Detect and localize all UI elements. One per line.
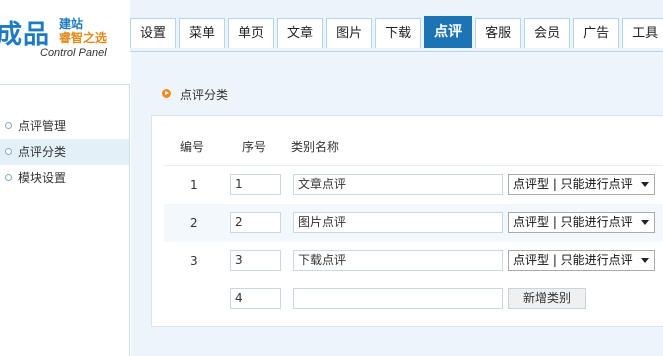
header-id: 编号 bbox=[180, 140, 205, 154]
chevron-down-icon bbox=[641, 258, 649, 263]
bullet-icon bbox=[5, 148, 12, 155]
name-input[interactable]: 文章点评 bbox=[293, 174, 503, 195]
type-select-value: 点评型 | 只能进行点评 bbox=[513, 253, 633, 267]
main-content: 点评分类 编号 序号 类别名称 1 1 文章点评 点评型 | 只能进行点评 2 … bbox=[131, 52, 663, 356]
sidebar-item-review-manage[interactable]: 点评管理 bbox=[0, 113, 129, 139]
order-input[interactable]: 1 bbox=[230, 174, 281, 195]
control-panel-page: 设置 菜单 单页 文章 图片 下载 点评 客服 会员 广告 工具 成品 建站 睿… bbox=[0, 0, 663, 356]
tab-member[interactable]: 会员 bbox=[524, 18, 571, 48]
row-id: 2 bbox=[190, 216, 198, 230]
name-input[interactable]: 下载点评 bbox=[293, 250, 503, 271]
tab-menu[interactable]: 菜单 bbox=[179, 18, 226, 48]
logo-main-text: 成品 bbox=[0, 20, 51, 50]
type-select[interactable]: 点评型 | 只能进行点评 bbox=[508, 250, 655, 271]
tab-article[interactable]: 文章 bbox=[277, 18, 324, 48]
tab-tools[interactable]: 工具 bbox=[622, 18, 663, 48]
header-order: 序号 bbox=[242, 140, 267, 154]
table-row: 2 2 图片点评 点评型 | 只能进行点评 bbox=[164, 204, 663, 242]
logo: 成品 建站 睿智之选 Control Panel bbox=[0, 0, 130, 85]
name-input[interactable]: 图片点评 bbox=[293, 212, 503, 233]
sidebar-item-review-category[interactable]: 点评分类 bbox=[0, 139, 129, 165]
chevron-down-icon bbox=[641, 220, 649, 225]
new-category-row: 4 新增类别 bbox=[164, 280, 663, 318]
sidebar-item-label: 点评管理 bbox=[18, 119, 67, 133]
row-id: 1 bbox=[190, 178, 198, 192]
order-input[interactable]: 3 bbox=[230, 250, 281, 271]
sidebar-item-label: 点评分类 bbox=[18, 145, 67, 159]
header-name: 类别名称 bbox=[291, 140, 340, 154]
arrow-circle-icon bbox=[162, 89, 171, 98]
order-input[interactable]: 2 bbox=[230, 212, 281, 233]
tab-settings[interactable]: 设置 bbox=[130, 18, 177, 48]
tab-image[interactable]: 图片 bbox=[326, 18, 373, 48]
new-name-input[interactable] bbox=[293, 288, 503, 309]
table-row: 3 3 下载点评 点评型 | 只能进行点评 bbox=[164, 242, 663, 280]
add-category-button[interactable]: 新增类别 bbox=[508, 288, 586, 309]
chevron-down-icon bbox=[641, 182, 649, 187]
tab-review[interactable]: 点评 bbox=[424, 16, 473, 48]
logo-line2: 睿智之选 bbox=[59, 31, 108, 45]
new-order-input[interactable]: 4 bbox=[230, 288, 281, 309]
tab-download[interactable]: 下载 bbox=[375, 18, 422, 48]
tab-ads[interactable]: 广告 bbox=[573, 18, 620, 48]
tab-customer-service[interactable]: 客服 bbox=[475, 18, 522, 48]
bullet-icon bbox=[5, 122, 12, 129]
main-nav: 设置 菜单 单页 文章 图片 下载 点评 客服 会员 广告 工具 bbox=[130, 16, 663, 48]
type-select-value: 点评型 | 只能进行点评 bbox=[513, 215, 633, 229]
breadcrumb: 点评分类 bbox=[180, 88, 229, 102]
sidebar-item-label: 模块设置 bbox=[18, 171, 67, 185]
type-select-value: 点评型 | 只能进行点评 bbox=[513, 177, 633, 191]
tab-single-page[interactable]: 单页 bbox=[228, 18, 275, 48]
table-row: 1 1 文章点评 点评型 | 只能进行点评 bbox=[164, 166, 663, 204]
category-panel: 编号 序号 类别名称 1 1 文章点评 点评型 | 只能进行点评 2 2 图片点… bbox=[151, 115, 663, 327]
type-select[interactable]: 点评型 | 只能进行点评 bbox=[508, 212, 655, 233]
type-select[interactable]: 点评型 | 只能进行点评 bbox=[508, 174, 655, 195]
sidebar: 点评管理 点评分类 模块设置 bbox=[0, 85, 130, 356]
row-id: 3 bbox=[190, 254, 198, 268]
sidebar-item-module-settings[interactable]: 模块设置 bbox=[0, 165, 129, 191]
logo-subtitle: Control Panel bbox=[40, 47, 107, 59]
bullet-icon bbox=[5, 174, 12, 181]
